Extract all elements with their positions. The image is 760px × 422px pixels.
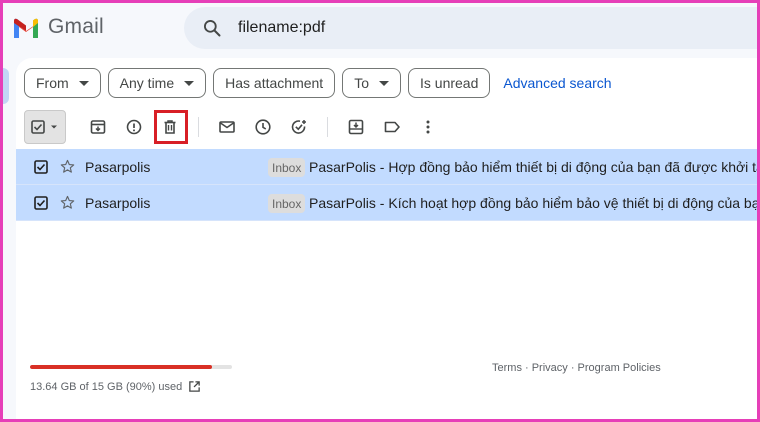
add-to-tasks-icon: [291, 120, 306, 134]
email-list: Pasarpolis Inbox PasarPolis - Hợp đồng b…: [16, 149, 757, 221]
chip-from[interactable]: From: [24, 68, 101, 98]
email-sender: Pasarpolis: [85, 159, 151, 175]
more-options-button[interactable]: [410, 110, 446, 144]
chip-from-label: From: [36, 75, 69, 91]
gmail-logo[interactable]: Gmail: [12, 15, 104, 39]
storage-text: 13.64 GB of 15 GB (90%) used: [30, 380, 183, 393]
label-icon: [384, 121, 400, 133]
storage-bar: [30, 365, 232, 369]
chip-any-time-label: Any time: [119, 75, 175, 91]
mark-as-read-icon: [219, 121, 235, 133]
select-all-checkbox[interactable]: [24, 110, 66, 144]
search-input[interactable]: filename:pdf: [238, 19, 325, 37]
storage-usage: 13.64 GB of 15 GB (90%) used: [30, 365, 232, 393]
chip-to-label: To: [354, 75, 369, 91]
search-icon[interactable]: [202, 18, 222, 38]
toolbar: [24, 110, 744, 144]
report-spam-button[interactable]: [116, 110, 152, 144]
row-checkbox-checked-icon[interactable]: [34, 160, 48, 174]
snooze-button[interactable]: [245, 110, 281, 144]
footer-links[interactable]: Terms · Privacy · Program Policies: [492, 362, 661, 374]
star-icon[interactable]: [60, 195, 75, 210]
chip-is-unread[interactable]: Is unread: [408, 68, 491, 98]
row-checkbox-checked-icon[interactable]: [34, 196, 48, 210]
inbox-label-badge: Inbox: [268, 194, 306, 213]
storage-info: 13.64 GB of 15 GB (90%) used: [30, 380, 232, 393]
move-to-button[interactable]: [338, 110, 374, 144]
more-options-icon: [426, 120, 430, 134]
star-icon[interactable]: [60, 159, 75, 174]
chip-has-attachment-label: Has attachment: [225, 75, 324, 91]
checkbox-checked-icon: [31, 120, 45, 134]
email-row[interactable]: Pasarpolis Inbox PasarPolis - Kích hoạt …: [16, 185, 757, 221]
app-name: Gmail: [48, 15, 104, 38]
delete-button[interactable]: [152, 110, 188, 144]
search-filter-chips: From Any time Has attachment To Is unrea…: [24, 68, 612, 98]
chevron-down-icon: [78, 80, 89, 86]
main-panel: From Any time Has attachment To Is unrea…: [16, 58, 757, 419]
chip-to[interactable]: To: [342, 68, 401, 98]
archive-icon: [90, 120, 106, 134]
chevron-down-icon: [379, 80, 389, 86]
advanced-search-link[interactable]: Advanced search: [503, 75, 611, 91]
email-subject: PasarPolis - Kích hoạt hợp đồng bảo hiểm…: [309, 195, 757, 211]
toolbar-divider: [327, 117, 328, 137]
add-to-tasks-button[interactable]: [281, 110, 317, 144]
search-bar[interactable]: filename:pdf: [184, 7, 757, 49]
open-in-new-icon[interactable]: [188, 380, 201, 393]
mark-as-read-button[interactable]: [209, 110, 245, 144]
gmail-m-icon: [14, 18, 38, 38]
inbox-label-badge: Inbox: [268, 158, 306, 177]
archive-button[interactable]: [80, 110, 116, 144]
chip-has-attachment[interactable]: Has attachment: [213, 68, 336, 98]
email-row[interactable]: Pasarpolis Inbox PasarPolis - Hợp đồng b…: [16, 149, 757, 185]
storage-bar-fill: [30, 365, 212, 369]
report-spam-icon: [126, 119, 142, 135]
delete-highlight-box: [154, 110, 188, 144]
chevron-down-icon: [51, 125, 57, 129]
label-button[interactable]: [374, 110, 410, 144]
move-to-icon: [348, 119, 364, 135]
email-subject: PasarPolis - Hợp đồng bảo hiểm thiết bị …: [309, 159, 757, 175]
chevron-down-icon: [184, 80, 195, 86]
chip-is-unread-label: Is unread: [420, 75, 479, 91]
chip-any-time[interactable]: Any time: [107, 68, 207, 98]
snooze-icon: [255, 119, 271, 135]
toolbar-divider: [198, 117, 199, 137]
email-sender: Pasarpolis: [85, 195, 151, 211]
nav-indicator: [3, 68, 9, 104]
